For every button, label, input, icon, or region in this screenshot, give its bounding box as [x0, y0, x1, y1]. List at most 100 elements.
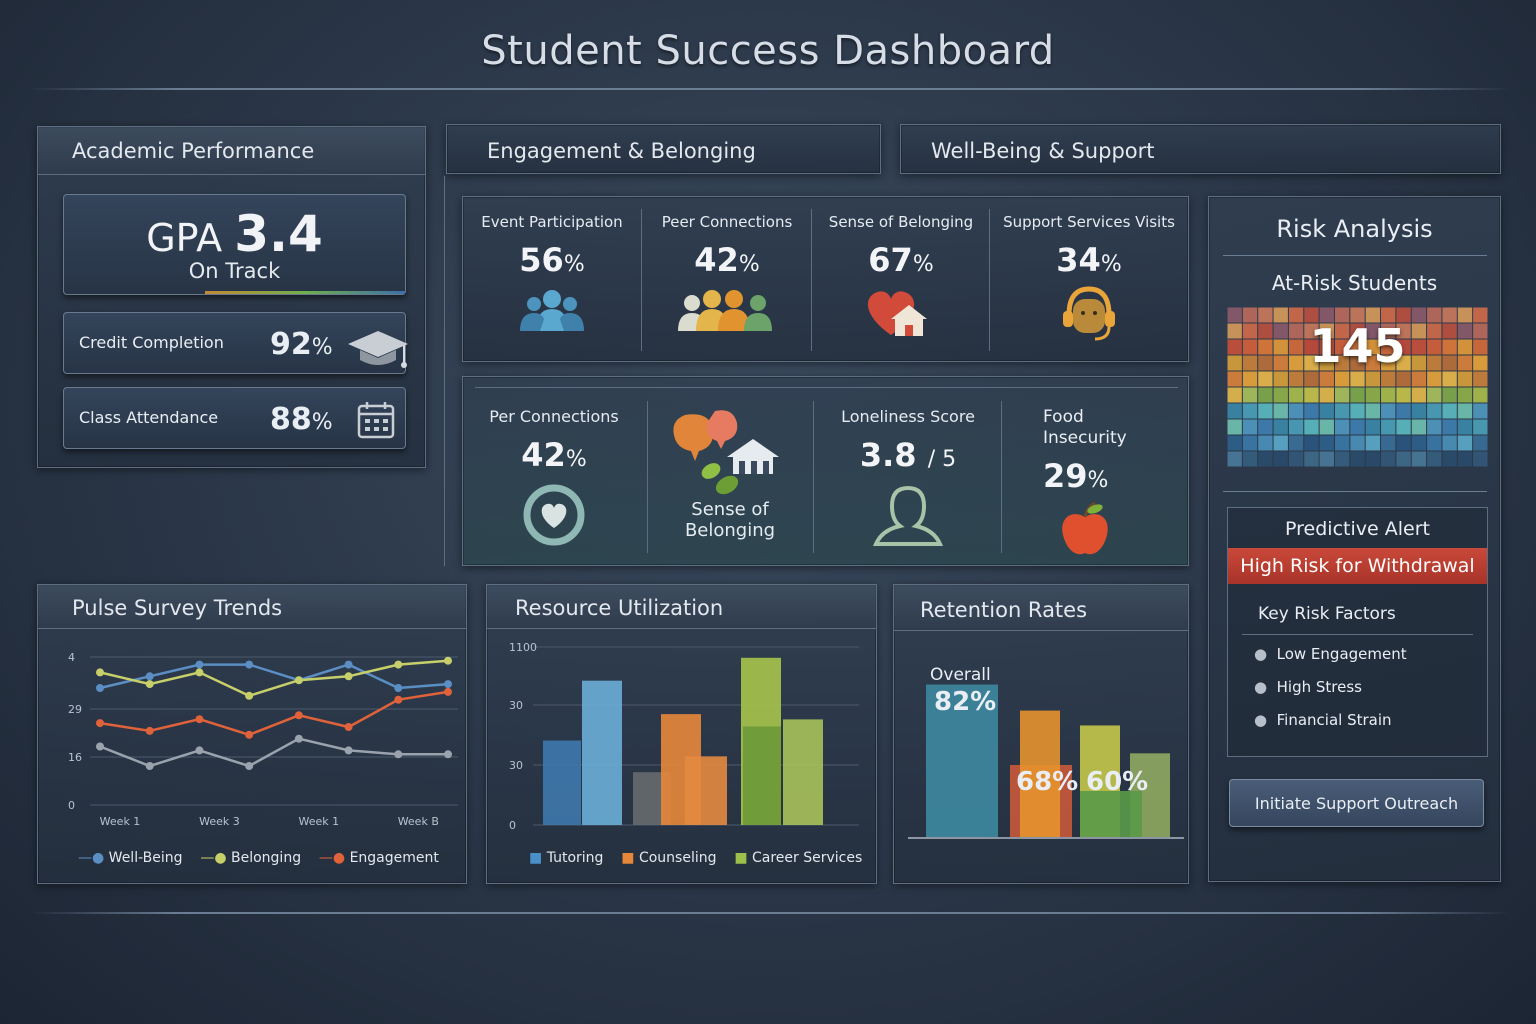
people-icon	[520, 290, 584, 331]
retention-rates-panel: Retention Rates Overall 82% 68% 60%	[893, 584, 1189, 884]
legend-engagement[interactable]: —● Engagement	[319, 850, 439, 866]
heatmap-cell	[1242, 387, 1258, 403]
metric-loneliness-score[interactable]: Loneliness Score 3.8 / 5	[815, 407, 1001, 552]
heatmap-cell	[1288, 419, 1304, 435]
bar	[685, 756, 727, 825]
data-point	[195, 660, 204, 669]
legend-tutoring[interactable]: ■ Tutoring	[529, 850, 603, 866]
heatmap-cell	[1227, 419, 1242, 435]
heatmap-cell	[1258, 435, 1273, 451]
retention-rates-heading: Retention Rates	[894, 585, 1188, 631]
at-risk-count: 145	[1309, 319, 1406, 373]
data-point	[145, 672, 154, 681]
pulse-legend: —● Well-Being —● Belonging —● Engagement	[78, 850, 468, 866]
heatmap-cell	[1365, 371, 1381, 387]
bar	[543, 740, 581, 825]
heatmap-cell	[1411, 451, 1427, 467]
retention-value-68: 68%	[1016, 767, 1079, 797]
gpa-card[interactable]: GPA 3.4 On Track	[63, 194, 406, 295]
credit-completion-card[interactable]: Credit Completion 92%	[63, 312, 408, 374]
heatmap-cell	[1350, 371, 1365, 387]
y-tick-label: 1100	[509, 641, 537, 654]
data-point	[96, 742, 104, 751]
heatmap-cell	[1242, 403, 1258, 419]
heatmap-cell	[1365, 387, 1381, 403]
class-attendance-card[interactable]: Class Attendance 88%	[63, 387, 406, 449]
y-tick-label: 0	[68, 799, 75, 812]
heatmap-cell	[1350, 435, 1365, 451]
predictive-alert-heading: Predictive Alert	[1285, 518, 1430, 540]
credit-completion-label: Credit Completion	[79, 333, 224, 352]
heatmap-cell	[1227, 451, 1242, 467]
heatmap-cell	[1427, 419, 1442, 435]
data-point	[145, 726, 154, 735]
heatmap-cell	[1381, 387, 1396, 403]
heatmap-cell	[1319, 451, 1334, 467]
bar	[582, 680, 622, 825]
risk-factor-item: ● High Stress	[1254, 678, 1362, 696]
data-point	[96, 668, 104, 677]
predictive-alert-box: Predictive Alert High Risk for Withdrawa…	[1227, 507, 1488, 757]
metric-sense-of-belonging[interactable]: Sense of Belonging 67%	[813, 213, 989, 341]
heatmap-cell	[1334, 435, 1350, 451]
at-risk-heatmap[interactable]: 145	[1227, 307, 1488, 467]
heatmap-cell	[1227, 371, 1242, 387]
engagement-belonging-heading: Engagement & Belonging	[487, 139, 756, 163]
heatmap-cell	[1288, 371, 1304, 387]
graduation-cap-icon	[348, 331, 408, 368]
data-point	[245, 660, 254, 669]
retention-value-60: 60%	[1086, 767, 1149, 797]
heatmap-cell	[1319, 435, 1334, 451]
heatmap-cell	[1319, 387, 1334, 403]
initiate-support-outreach-button[interactable]: Initiate Support Outreach	[1229, 779, 1484, 827]
group-icon	[678, 290, 772, 331]
x-tick-label: Week 1	[100, 815, 141, 828]
metric-per-connections[interactable]: Per Connections 42%	[463, 407, 645, 548]
heatmap-cell	[1258, 403, 1273, 419]
heatmap-cell	[1365, 451, 1381, 467]
metric-food-insecurity[interactable]: Food Insecurity 29%	[1043, 407, 1183, 555]
legend-counseling[interactable]: ■ Counseling	[621, 850, 716, 866]
heatmap-cell	[1442, 451, 1457, 467]
heatmap-cell	[1427, 403, 1442, 419]
data-point	[344, 723, 353, 731]
metric-peer-connections[interactable]: Peer Connections 42%	[643, 213, 811, 341]
metric-support-services-visits[interactable]: Support Services Visits 34%	[991, 213, 1187, 341]
engagement-belonging-header: Engagement & Belonging	[446, 124, 881, 174]
engagement-metrics-row: Event Participation 56% Peer Connections…	[462, 196, 1189, 362]
legend-belonging[interactable]: —● Belonging	[200, 850, 301, 866]
data-point	[294, 676, 303, 685]
metric-belonging-illustration[interactable]: Sense of Belonging	[649, 401, 811, 541]
academic-performance-panel: Academic Performance GPA 3.4 On Track Cr…	[37, 126, 426, 468]
heatmap-cell	[1381, 451, 1396, 467]
heatmap-cell	[1288, 451, 1304, 467]
data-point	[294, 734, 303, 743]
heatmap-cell	[1334, 451, 1350, 467]
data-point	[344, 746, 353, 755]
heatmap-cell	[1273, 451, 1288, 467]
gpa-value: 3.4	[234, 205, 323, 263]
y-tick-label: 16	[68, 751, 82, 764]
heatmap-cell	[1334, 403, 1350, 419]
heatmap-cell	[1227, 387, 1242, 403]
heatmap-cell	[1442, 371, 1457, 387]
heatmap-cell	[1427, 371, 1442, 387]
data-point	[245, 762, 254, 770]
heatmap-cell	[1258, 371, 1273, 387]
footer-divider	[30, 912, 1510, 914]
legend-career-services[interactable]: ■ Career Services	[734, 850, 862, 866]
resource-utilization-heading: Resource Utilization	[487, 585, 876, 629]
legend-wellbeing[interactable]: —● Well-Being	[78, 850, 183, 866]
high-risk-banner[interactable]: High Risk for Withdrawal	[1228, 548, 1487, 584]
heatmap-cell	[1457, 371, 1473, 387]
dashboard-title: Student Success Dashboard	[481, 28, 1055, 74]
metric-event-participation[interactable]: Event Participation 56%	[463, 213, 641, 341]
heatmap-cell	[1473, 403, 1488, 419]
heatmap-cell	[1227, 435, 1242, 451]
heatmap-cell	[1304, 403, 1319, 419]
heatmap-cell	[1273, 419, 1288, 435]
heatmap-cell	[1427, 435, 1442, 451]
heatmap-cell	[1288, 387, 1304, 403]
heatmap-cell	[1411, 387, 1427, 403]
heatmap-cell	[1396, 435, 1411, 451]
